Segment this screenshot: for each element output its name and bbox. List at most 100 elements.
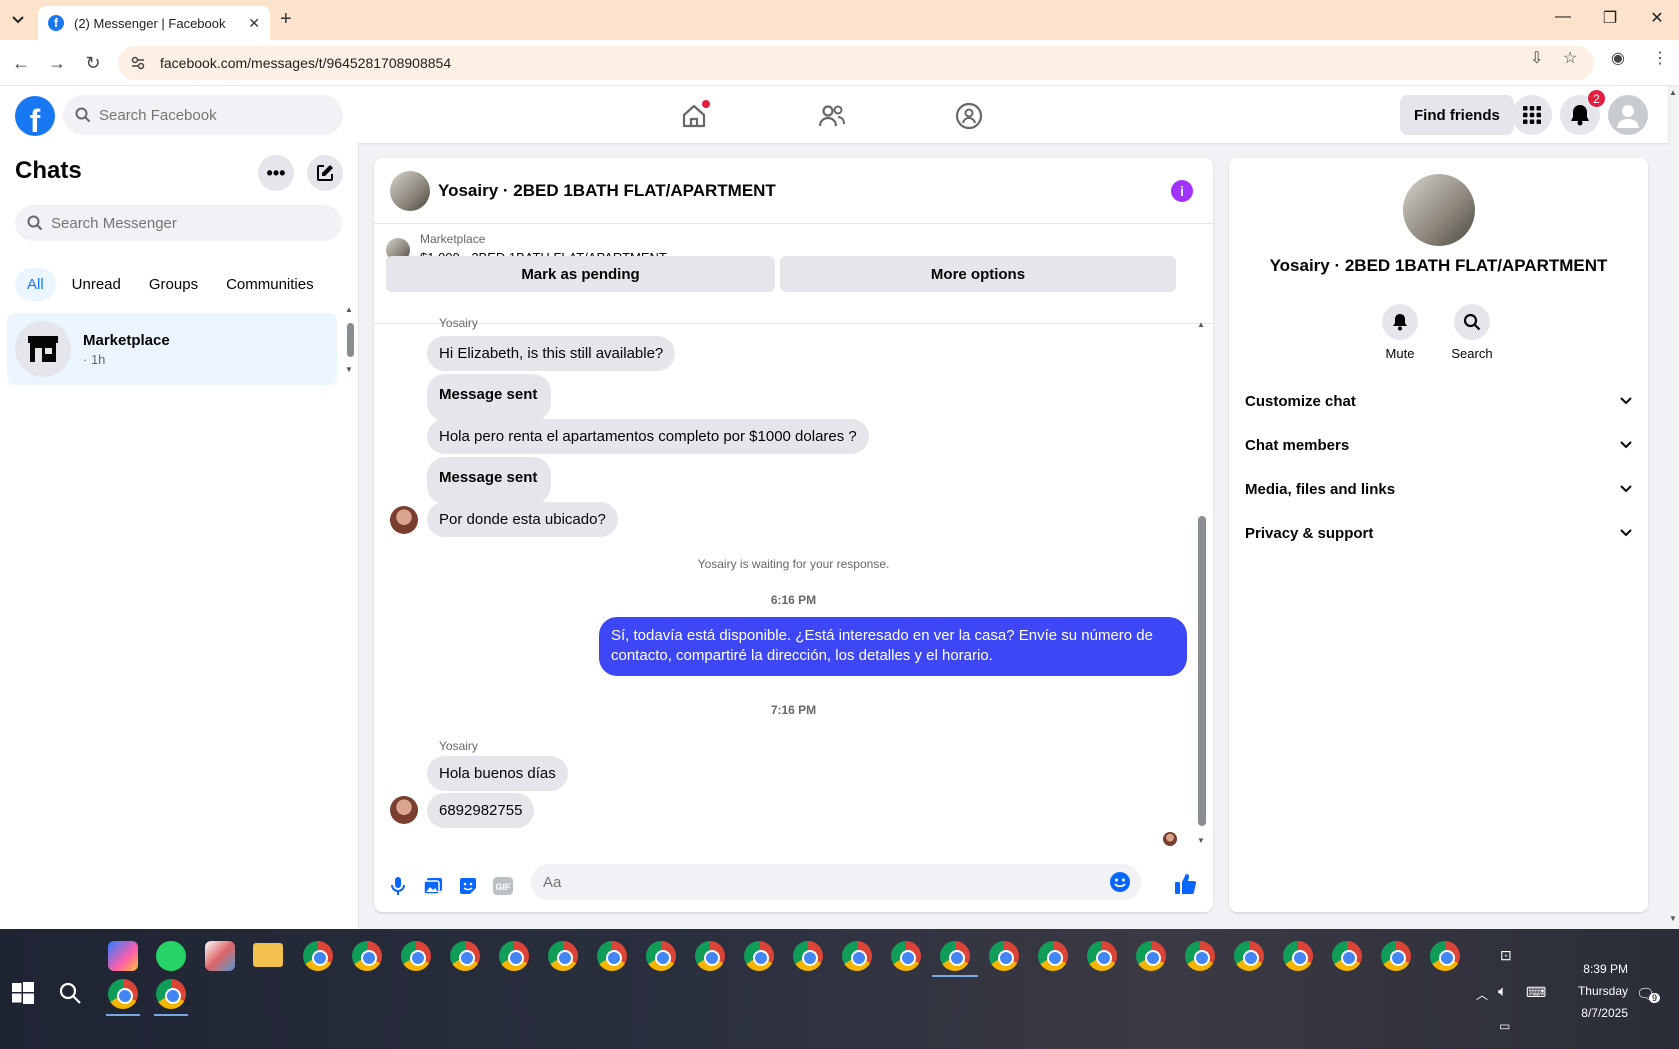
profile-icon[interactable]: ◉ xyxy=(1611,48,1625,68)
tab-search-button[interactable] xyxy=(6,8,30,32)
taskbar-clock[interactable]: 8:39 PM Thursday 8/7/2025 xyxy=(1548,958,1628,1024)
chrome-profile-icon[interactable] xyxy=(303,941,333,971)
chrome-profile-icon[interactable] xyxy=(989,941,1019,971)
taskbar-search-button[interactable] xyxy=(58,981,82,1010)
privacy-support-section[interactable]: Privacy & support xyxy=(1245,513,1632,553)
chrome-profile-icon[interactable] xyxy=(1283,941,1313,971)
chrome-profile-icon[interactable] xyxy=(1087,941,1117,971)
messenger-search[interactable] xyxy=(15,205,342,241)
chats-options-button[interactable]: ••• xyxy=(258,155,294,191)
chrome-profile-icon[interactable] xyxy=(1234,941,1264,971)
chat-list-scrollbar[interactable]: ▲ ▼ xyxy=(344,305,358,387)
message-bubble[interactable]: Message sent xyxy=(427,374,552,421)
copilot-icon[interactable] xyxy=(108,941,138,971)
sticker-button[interactable] xyxy=(456,874,480,898)
conversation-title[interactable]: Yosairy · 2BED 1BATH FLAT/APARTMENT xyxy=(438,181,776,201)
minimize-button[interactable]: — xyxy=(1548,8,1578,26)
chrome-profile-icon[interactable] xyxy=(1430,941,1460,971)
attach-media-button[interactable] xyxy=(421,874,445,898)
new-tab-button[interactable]: + xyxy=(280,8,292,31)
filter-communities[interactable]: Communities xyxy=(214,268,326,301)
tab-close-icon[interactable]: ✕ xyxy=(248,15,260,32)
search-in-conversation-action[interactable]: Search xyxy=(1442,304,1502,361)
message-scrollbar-thumb[interactable] xyxy=(1198,516,1206,826)
mute-action[interactable]: Mute xyxy=(1370,304,1430,361)
chrome-profile-icon[interactable] xyxy=(499,941,529,971)
facebook-search[interactable] xyxy=(63,95,343,135)
account-avatar-button[interactable] xyxy=(1608,95,1648,135)
forward-button[interactable]: → xyxy=(46,52,68,74)
more-options-button[interactable]: More options xyxy=(780,256,1176,292)
message-bubble[interactable]: Message sent xyxy=(427,457,552,504)
chrome-profile-icon[interactable] xyxy=(744,941,774,971)
message-bubble[interactable]: Hola buenos días xyxy=(427,756,568,791)
message-bubble[interactable]: Hola pero renta el apartamentos completo… xyxy=(427,419,869,454)
chrome-profile-icon-active[interactable] xyxy=(940,941,970,971)
chrome-profile-icon[interactable] xyxy=(1332,941,1362,971)
start-button[interactable] xyxy=(12,982,34,1009)
emoji-icon[interactable] xyxy=(1109,871,1131,893)
chrome-profile-icon[interactable] xyxy=(891,941,921,971)
new-message-button[interactable] xyxy=(307,155,343,191)
chrome-profile-icon[interactable] xyxy=(548,941,578,971)
keyboard-icon[interactable]: ⌨︎ xyxy=(1526,984,1546,1001)
chrome-profile-icon[interactable] xyxy=(1038,941,1068,971)
whatsapp-icon[interactable] xyxy=(156,941,186,971)
chrome-profile-icon[interactable] xyxy=(352,941,382,971)
window-close-button[interactable]: ✕ xyxy=(1642,8,1672,28)
chrome-profile-icon[interactable] xyxy=(401,941,431,971)
outgoing-message-bubble[interactable]: Sí, todavía está disponible. ¿Está inter… xyxy=(599,617,1187,676)
facebook-search-input[interactable] xyxy=(99,106,319,124)
groups-nav-button[interactable] xyxy=(951,98,987,134)
find-friends-button[interactable]: Find friends xyxy=(1400,95,1514,135)
pinned-chrome-icon[interactable] xyxy=(108,979,138,1009)
address-bar[interactable]: facebook.com/messages/t/9645281708908854 xyxy=(118,46,1594,80)
message-input[interactable] xyxy=(543,873,1083,891)
sender-avatar[interactable] xyxy=(390,796,418,824)
notifications-button[interactable]: 2 xyxy=(1560,89,1606,135)
messenger-search-input[interactable] xyxy=(51,214,311,232)
chat-item-marketplace[interactable]: Marketplace · 1h xyxy=(7,313,337,385)
home-nav-button[interactable] xyxy=(676,98,712,134)
paint-icon[interactable] xyxy=(205,941,235,971)
conversation-avatar[interactable] xyxy=(1403,174,1475,246)
media-files-links-section[interactable]: Media, files and links xyxy=(1245,469,1632,509)
menu-grid-button[interactable] xyxy=(1512,95,1552,135)
friends-nav-button[interactable] xyxy=(814,98,850,134)
message-bubble[interactable]: Por donde esta ubicado? xyxy=(427,502,618,537)
chrome-profile-icon[interactable] xyxy=(597,941,627,971)
message-bubble[interactable]: Hi Elizabeth, is this still available? xyxy=(427,336,676,371)
listing-thumbnail[interactable] xyxy=(390,170,430,211)
bookmark-star-icon[interactable]: ☆ xyxy=(1563,48,1577,68)
page-scrollbar[interactable]: ▲ ▼ xyxy=(1668,86,1679,929)
like-send-button[interactable] xyxy=(1174,872,1198,896)
sender-avatar[interactable] xyxy=(390,506,418,534)
chrome-profile-icon[interactable] xyxy=(793,941,823,971)
facebook-logo[interactable]: f xyxy=(15,96,55,136)
chrome-profile-icon[interactable] xyxy=(695,941,725,971)
chrome-profile-icon[interactable] xyxy=(646,941,676,971)
message-bubble[interactable]: 6892982755 xyxy=(427,793,535,828)
chrome-profile-icon[interactable] xyxy=(1381,941,1411,971)
chat-members-section[interactable]: Chat members xyxy=(1245,425,1632,465)
pinned-chrome-icon[interactable] xyxy=(156,979,186,1009)
back-button[interactable]: ← xyxy=(10,52,32,74)
chrome-profile-icon[interactable] xyxy=(1185,941,1215,971)
notification-center-icon[interactable]: 🗨︎ 9 xyxy=(1636,985,1661,1003)
chrome-profile-icon[interactable] xyxy=(1136,941,1166,971)
show-hidden-icons-chevron-icon[interactable]: ︿ xyxy=(1476,986,1488,1003)
customize-chat-section[interactable]: Customize chat xyxy=(1245,381,1632,421)
meet-now-icon[interactable]: ⊡ xyxy=(1500,947,1512,964)
chrome-profile-icon[interactable] xyxy=(842,941,872,971)
filter-groups[interactable]: Groups xyxy=(137,268,210,301)
volume-icon[interactable]: 🔈︎ xyxy=(1498,983,1507,1000)
mark-as-pending-button[interactable]: Mark as pending xyxy=(386,256,775,292)
reload-button[interactable]: ↻ xyxy=(82,52,104,74)
filter-all[interactable]: All xyxy=(15,268,56,301)
filter-unread[interactable]: Unread xyxy=(60,268,133,301)
browser-tab-messenger[interactable]: f (2) Messenger | Facebook ✕ xyxy=(38,6,270,40)
conversation-info-button[interactable]: i xyxy=(1171,180,1193,202)
message-input-box[interactable] xyxy=(531,864,1141,900)
restore-button[interactable]: ❐ xyxy=(1595,8,1625,28)
gif-button[interactable]: GIF xyxy=(491,874,515,898)
